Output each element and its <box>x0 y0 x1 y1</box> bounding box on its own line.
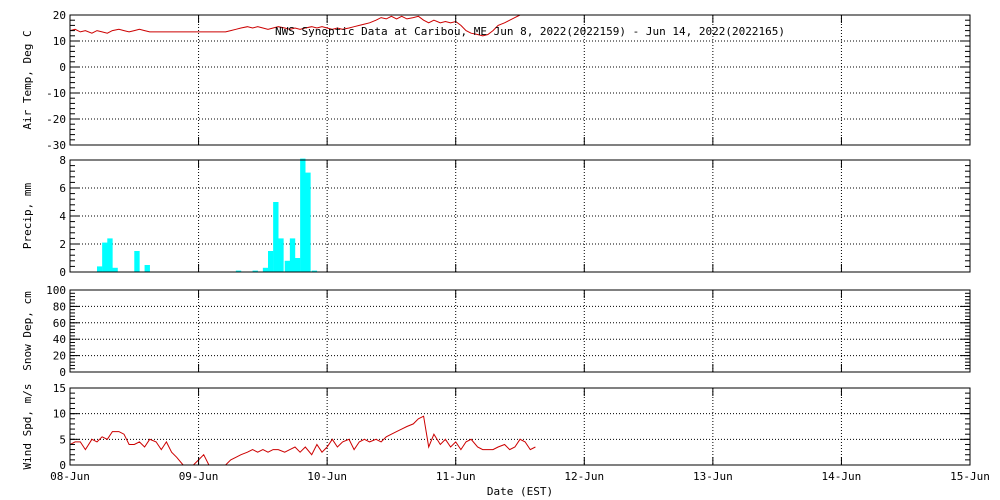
y-tick-label: 4 <box>59 210 66 223</box>
precip-bar <box>144 265 150 272</box>
y-axis-label: Precip, mm <box>21 183 34 250</box>
y-tick-label: -30 <box>46 139 66 152</box>
y-axis-label: Snow Dep, cm <box>21 291 34 371</box>
y-tick-label: 2 <box>59 238 66 251</box>
panel-4: 051015Wind Spd, m/s <box>21 382 971 472</box>
nws-synoptic-figure: -30 -20 -10 0 10 20 Air Temp, Deg C 0 2 4 6 8 Precip… <box>21 9 990 498</box>
y-tick-label: 10 <box>53 408 66 421</box>
y-tick-label: -20 <box>46 113 66 126</box>
precip-bar <box>262 267 269 272</box>
x-tick-label: 11-Jun <box>436 470 476 483</box>
panel-3: 0 20 40 60 80 100 Snow Dep, cm <box>21 284 971 379</box>
y-tick-label: 40 <box>53 333 66 346</box>
y-tick-label: 0 <box>59 61 66 74</box>
y-tick-label: 8 <box>59 154 66 167</box>
precip-bar <box>107 238 113 272</box>
y-tick-label: 15 <box>53 382 66 395</box>
y-tick-label: 100 <box>46 284 66 297</box>
y-tick-label: 20 <box>53 350 66 363</box>
precip-bar <box>289 238 296 272</box>
y-tick-label: 5 <box>59 433 66 446</box>
x-tick-labels: 08-Jun 09-Jun 10-Jun 11-Jun 12-Jun 13-Jun 14-J… <box>50 470 990 483</box>
x-tick-label: 15-Jun <box>950 470 990 483</box>
precip-bar <box>278 238 284 272</box>
panel-frame <box>69 387 971 466</box>
y-tick-label: 60 <box>53 317 66 330</box>
y-tick-label: 20 <box>53 9 66 22</box>
precip-bar <box>134 251 140 272</box>
x-tick-label: 10-Jun <box>307 470 347 483</box>
series-line <box>70 415 536 465</box>
x-tick-label: 14-Jun <box>822 470 862 483</box>
precip-bar <box>284 260 291 272</box>
precip-bar <box>305 172 311 272</box>
y-tick-label: 0 <box>59 366 66 379</box>
precip-bar <box>300 158 306 272</box>
x-tick-label: 12-Jun <box>564 470 604 483</box>
panel-frame <box>69 289 971 373</box>
precip-bar <box>97 266 103 272</box>
y-tick-label: 0 <box>59 266 66 279</box>
x-axis-label: Date (EST) <box>487 485 553 498</box>
x-tick-label: 09-Jun <box>179 470 219 483</box>
precip-bar <box>102 242 108 272</box>
figure-title: NWS Synoptic Data at Caribou, ME Jun 8, … <box>275 25 785 38</box>
precip-bar <box>295 258 301 272</box>
precip-bar <box>273 202 279 272</box>
precip-bar <box>268 251 274 272</box>
precip-bar <box>112 267 118 272</box>
panel-2: 0 2 4 6 8 Precip, mm <box>21 154 971 279</box>
y-axis-label: Wind Spd, m/s <box>21 383 34 469</box>
y-axis-label: Air Temp, Deg C <box>21 30 34 129</box>
y-tick-label: -10 <box>46 87 66 100</box>
panels: -30 -20 -10 0 10 20 Air Temp, Deg C 0 2 4 6 8 Precip… <box>21 9 990 483</box>
y-tick-label: 80 <box>53 300 66 313</box>
y-tick-label: 10 <box>53 35 66 48</box>
y-tick-label: 6 <box>59 182 66 195</box>
x-tick-label: 08-Jun <box>50 470 90 483</box>
x-tick-label: 13-Jun <box>693 470 733 483</box>
